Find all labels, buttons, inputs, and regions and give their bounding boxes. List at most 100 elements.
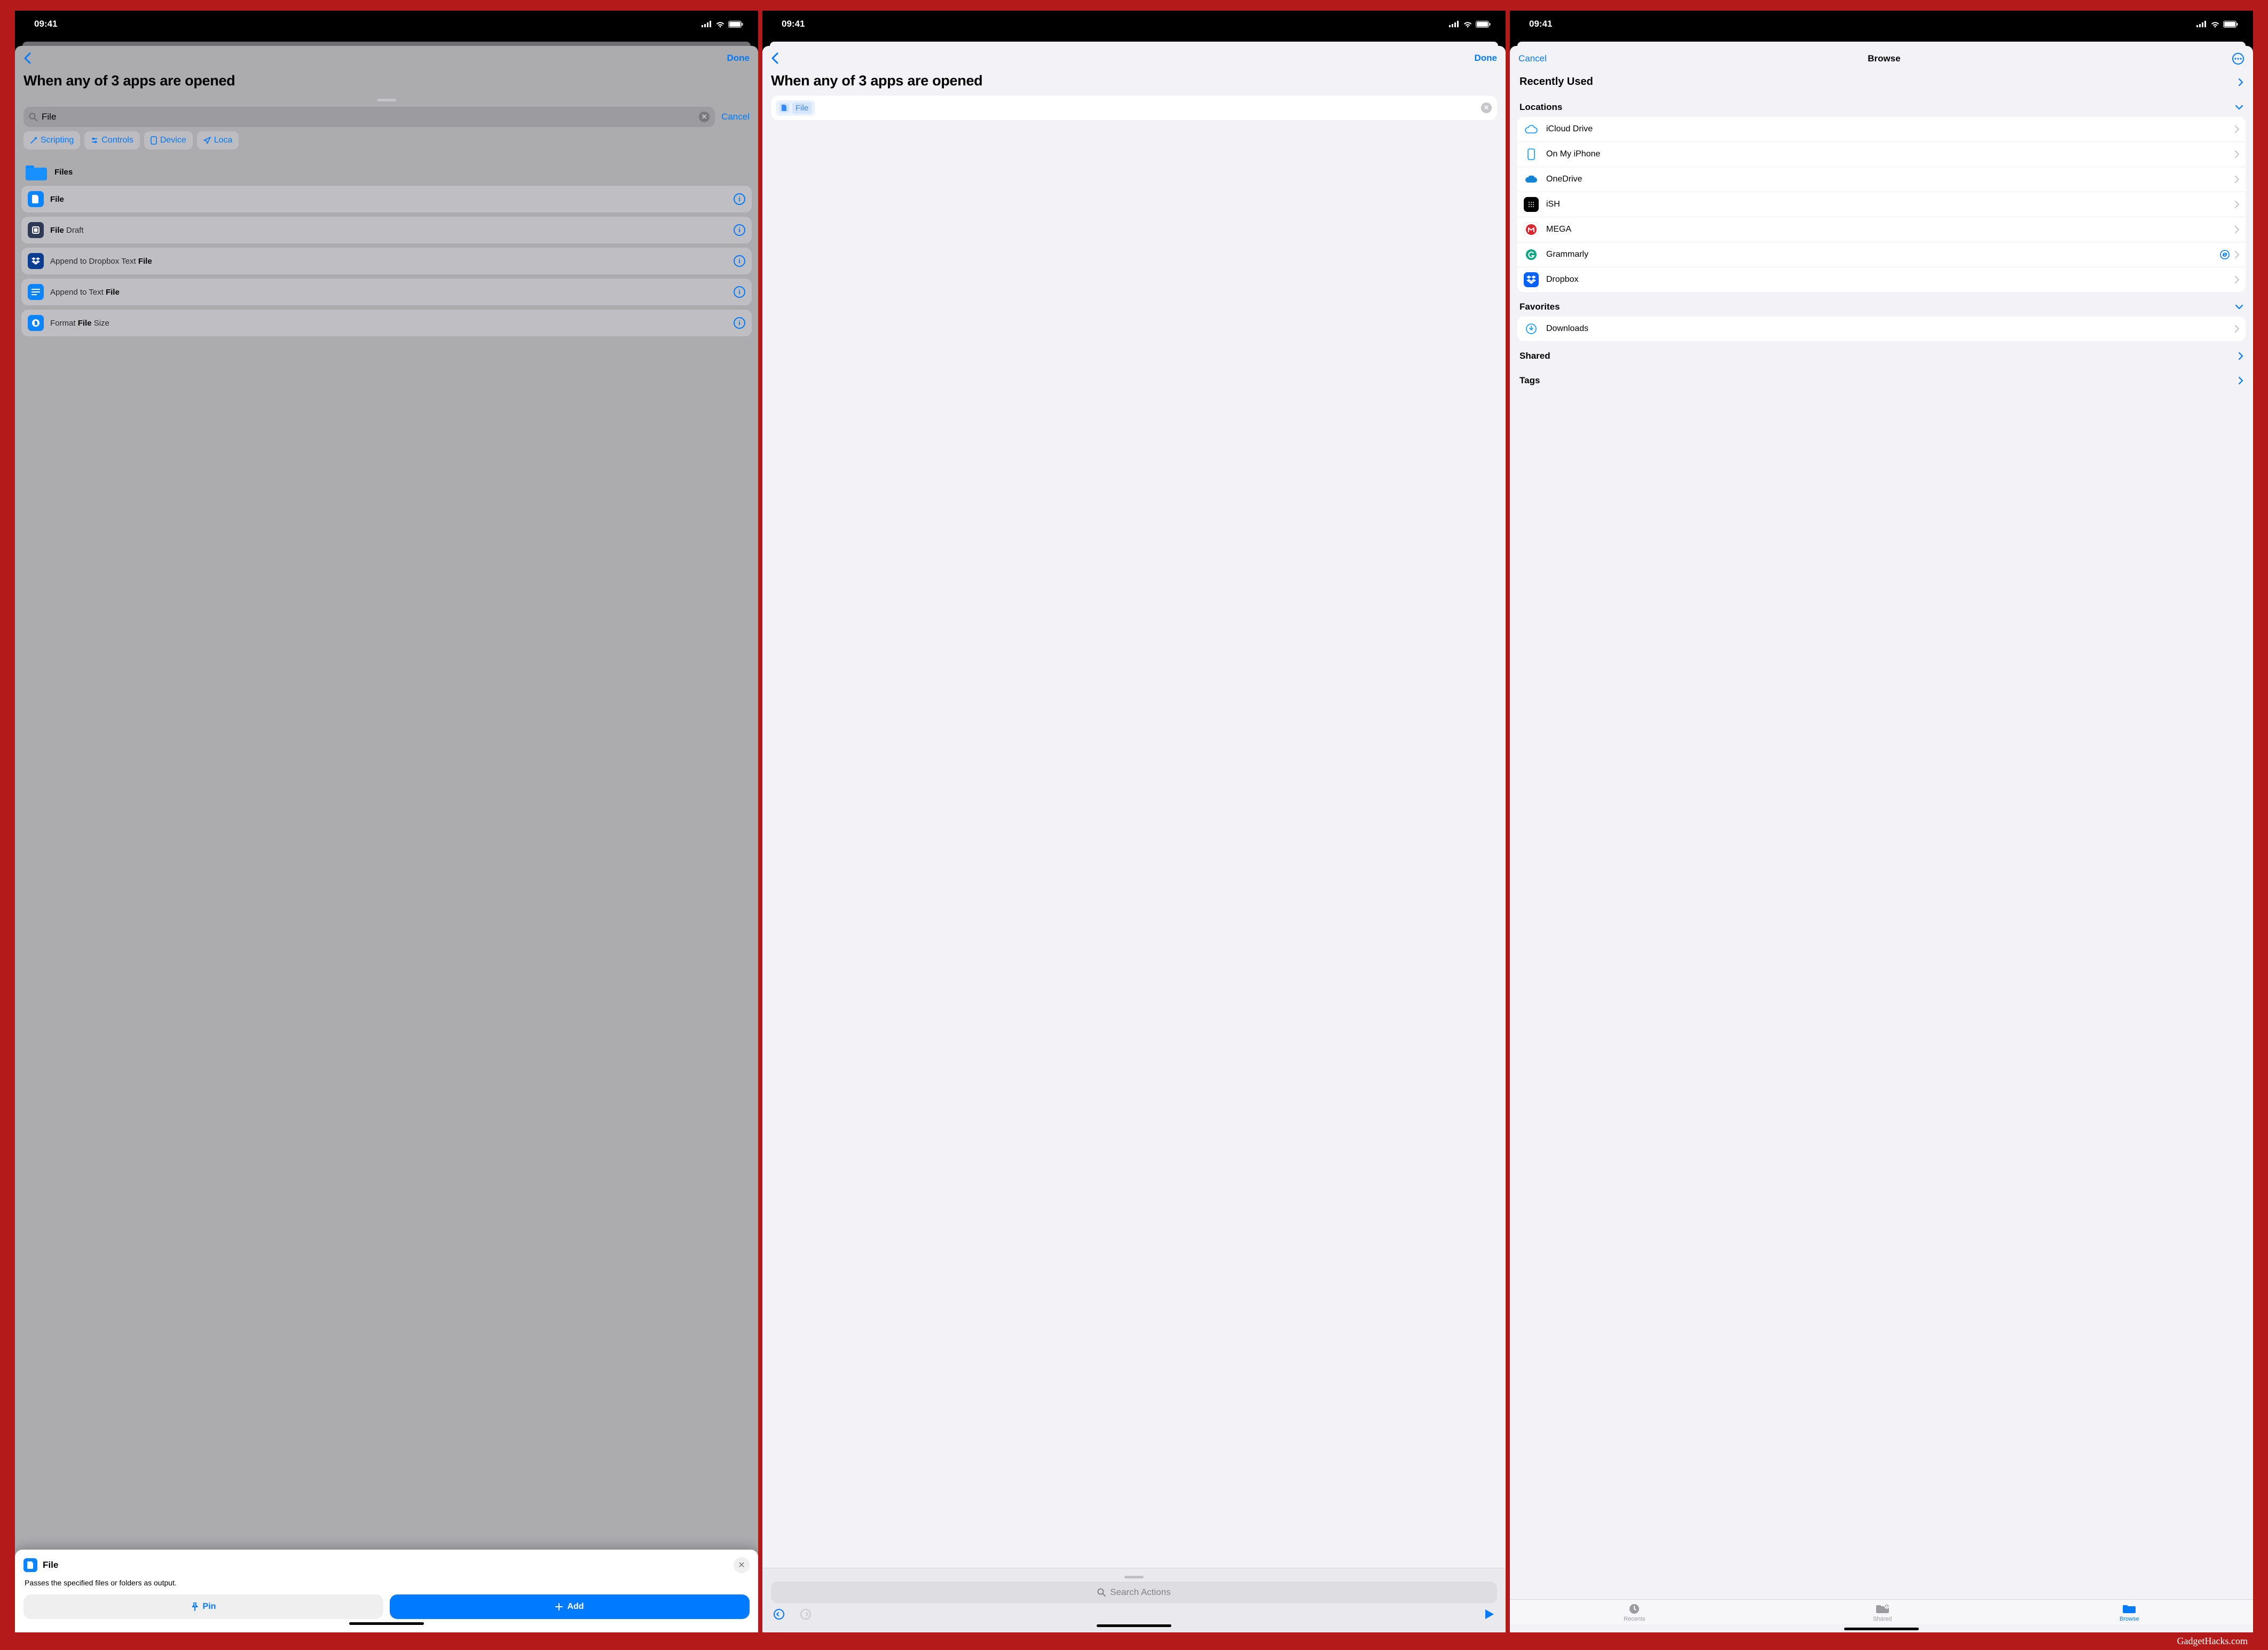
home-indicator[interactable] — [1097, 1624, 1171, 1627]
chevron-left-icon — [771, 52, 778, 64]
action-search-sheet: Done When any of 3 apps are opened ✕ Can… — [15, 46, 758, 1632]
add-button[interactable]: Add — [390, 1594, 750, 1619]
action-format-file-size[interactable]: Format File Size i — [21, 310, 752, 336]
search-input[interactable] — [42, 112, 695, 122]
info-button[interactable]: i — [734, 255, 745, 267]
popover-title: File — [43, 1560, 728, 1570]
battery-icon — [2223, 21, 2238, 28]
info-button[interactable]: i — [734, 286, 745, 298]
wifi-icon — [715, 21, 725, 28]
action-file-draft[interactable]: File Draft i — [21, 217, 752, 243]
location-icon — [203, 137, 211, 144]
mega-icon — [1524, 222, 1539, 237]
tab-shared[interactable]: Shared — [1873, 1603, 1892, 1622]
undo-button[interactable] — [773, 1608, 785, 1620]
background-card-peek — [1517, 42, 2246, 46]
chip-scripting[interactable]: Scripting — [23, 131, 80, 149]
phone-2: 09:41 Done When any of 3 apps are opened — [762, 11, 1506, 1632]
sliders-icon — [91, 137, 98, 144]
location-dropbox[interactable]: Dropbox — [1517, 267, 2246, 292]
done-button[interactable]: Done — [1465, 53, 1497, 64]
sync-icon — [2220, 250, 2230, 259]
draft-icon — [28, 222, 44, 238]
status-bar: 09:41 — [1510, 11, 2253, 37]
chevron-right-icon — [2235, 226, 2239, 233]
group-header-files: Files — [15, 156, 758, 186]
chip-location[interactable]: Loca — [197, 131, 239, 149]
shared-folder-icon — [1875, 1603, 1890, 1615]
location-ish[interactable]: iSH — [1517, 192, 2246, 217]
action-label: Append to Text File — [50, 288, 727, 297]
action-label: File Draft — [50, 226, 727, 235]
chip-controls[interactable]: Controls — [84, 131, 140, 149]
done-button[interactable]: Done — [718, 53, 750, 64]
action-search-field[interactable]: ✕ — [23, 107, 715, 127]
search-actions-field[interactable]: Search Actions — [771, 1582, 1497, 1603]
chevron-right-icon — [2238, 376, 2243, 385]
tab-browse[interactable]: Browse — [2120, 1603, 2139, 1622]
location-icloud-drive[interactable]: iCloud Drive — [1517, 117, 2246, 142]
background-card-peek — [770, 42, 1498, 46]
favorites-header[interactable]: Favorites — [1510, 292, 2253, 317]
nav-title: Browse — [1556, 53, 2212, 64]
location-on-my-iphone[interactable]: On My iPhone — [1517, 142, 2246, 167]
home-indicator[interactable] — [1844, 1628, 1919, 1630]
favorites-list: Downloads — [1517, 317, 2246, 341]
grammarly-icon — [1524, 247, 1539, 262]
phone-3: 09:41 Cancel Browse Recently Used — [1510, 11, 2253, 1632]
chevron-right-icon — [2235, 276, 2239, 283]
phone-1: 09:41 Done When any of 3 apps are opened — [15, 11, 758, 1632]
action-detail-popover: File ✕ Passes the specified files or fol… — [15, 1550, 758, 1632]
tab-recents[interactable]: Recents — [1624, 1603, 1645, 1622]
popover-description: Passes the specified files or folders as… — [23, 1573, 750, 1594]
redo-button[interactable] — [800, 1608, 812, 1620]
action-append-text[interactable]: Append to Text File i — [21, 279, 752, 305]
info-button[interactable]: i — [734, 193, 745, 205]
action-append-dropbox[interactable]: Append to Dropbox Text File i — [21, 248, 752, 274]
tags-row[interactable]: Tags — [1510, 366, 2253, 390]
chevron-down-icon — [2235, 304, 2243, 310]
phone-icon — [151, 136, 157, 145]
file-action-token[interactable]: File — [776, 100, 815, 116]
info-button[interactable]: i — [734, 317, 745, 329]
back-button[interactable] — [23, 52, 56, 64]
automation-title: When any of 3 apps are opened — [15, 67, 758, 96]
back-button[interactable] — [771, 52, 803, 64]
file-icon — [23, 1558, 37, 1572]
shared-row[interactable]: Shared — [1510, 341, 2253, 366]
onedrive-icon — [1524, 172, 1539, 187]
sheet-grabber[interactable] — [1124, 1576, 1144, 1578]
more-button[interactable] — [2212, 52, 2245, 65]
location-mega[interactable]: MEGA — [1517, 217, 2246, 242]
recently-used-row[interactable]: Recently Used — [1510, 68, 2253, 92]
action-label: Format File Size — [50, 319, 727, 328]
folder-icon — [2122, 1603, 2137, 1615]
actions-bottom-bar: Search Actions — [762, 1568, 1506, 1632]
home-indicator[interactable] — [349, 1622, 424, 1625]
clear-search-button[interactable]: ✕ — [699, 112, 710, 122]
info-button[interactable]: i — [734, 224, 745, 236]
pin-button[interactable]: Pin — [23, 1594, 383, 1619]
run-button[interactable] — [1484, 1608, 1495, 1620]
status-time: 09:41 — [1529, 19, 1552, 29]
location-onedrive[interactable]: OneDrive — [1517, 167, 2246, 192]
sheet-grabber[interactable] — [377, 99, 396, 101]
action-file[interactable]: File i — [21, 186, 752, 212]
dropbox-icon — [28, 253, 44, 269]
remove-action-button[interactable]: ✕ — [1481, 102, 1492, 113]
download-icon — [1524, 321, 1539, 336]
search-cancel-button[interactable]: Cancel — [721, 112, 750, 122]
cellular-icon — [1449, 21, 1460, 27]
location-grammarly[interactable]: Grammarly — [1517, 242, 2246, 267]
chip-device[interactable]: Device — [144, 131, 193, 149]
status-indicators — [702, 21, 743, 28]
cancel-button[interactable]: Cancel — [1518, 53, 1556, 64]
ellipsis-circle-icon — [2232, 52, 2245, 65]
action-row[interactable]: File ✕ — [771, 96, 1497, 120]
chevron-right-icon — [2235, 151, 2239, 158]
close-popover-button[interactable]: ✕ — [734, 1557, 750, 1573]
chevron-left-icon — [23, 52, 31, 64]
favorite-downloads[interactable]: Downloads — [1517, 317, 2246, 341]
locations-header[interactable]: Locations — [1510, 92, 2253, 117]
search-icon — [1097, 1588, 1106, 1597]
